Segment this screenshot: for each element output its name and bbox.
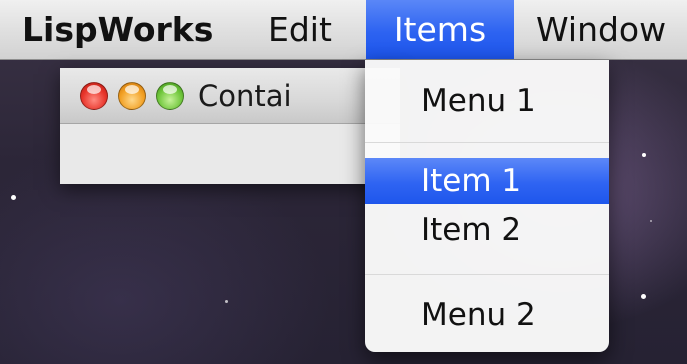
window-title: Contai xyxy=(198,79,292,113)
minimize-button[interactable] xyxy=(118,82,146,110)
menu-separator xyxy=(365,274,609,275)
menu-bar: LispWorks Edit Items Window xyxy=(0,0,687,60)
star xyxy=(225,300,228,303)
star xyxy=(642,153,646,157)
menu-item-menu-2[interactable]: Menu 2 xyxy=(365,288,609,342)
zoom-button[interactable] xyxy=(156,82,184,110)
menu-items[interactable]: Items xyxy=(366,0,514,59)
menu-window[interactable]: Window xyxy=(536,0,666,59)
menu-app-lispworks[interactable]: LispWorks xyxy=(22,0,213,59)
star xyxy=(641,294,646,299)
container-window: Contai xyxy=(60,68,400,184)
window-titlebar[interactable]: Contai xyxy=(60,68,400,124)
menu-item-item-2[interactable]: Item 2 xyxy=(365,207,609,253)
window-content xyxy=(60,124,400,184)
star xyxy=(11,195,16,200)
close-button[interactable] xyxy=(80,82,108,110)
items-dropdown-menu: Menu 1 Item 1 Item 2 Menu 2 xyxy=(365,60,609,352)
menu-edit[interactable]: Edit xyxy=(268,0,332,59)
menu-item-menu-1[interactable]: Menu 1 xyxy=(365,72,609,130)
menu-item-item-1[interactable]: Item 1 xyxy=(365,158,609,204)
star xyxy=(650,220,652,222)
menu-separator xyxy=(365,142,609,143)
